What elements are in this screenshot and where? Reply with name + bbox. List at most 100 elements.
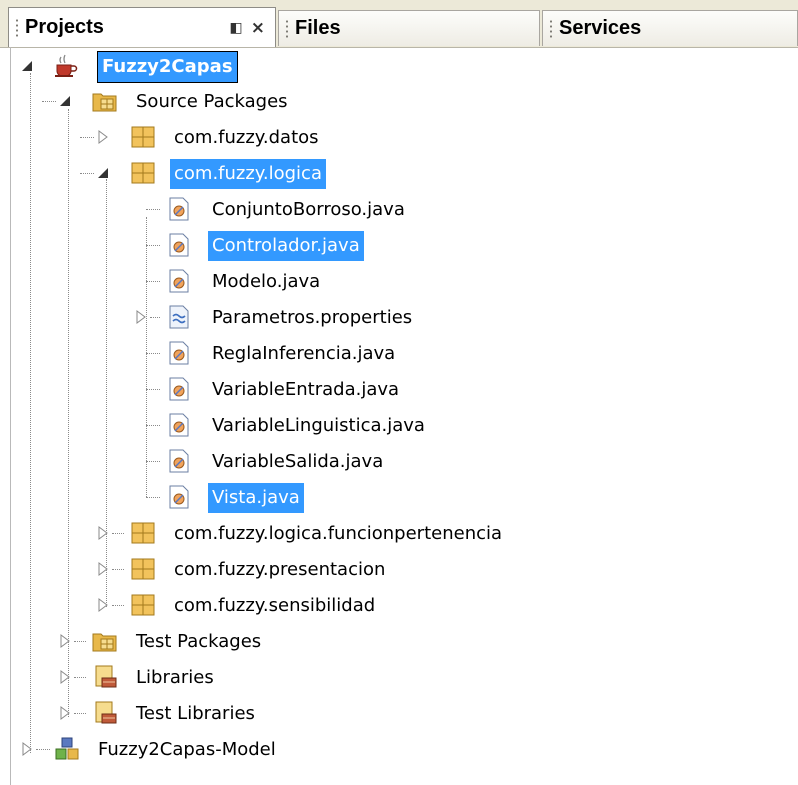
tree-connector: [112, 569, 124, 570]
java-class-icon: [166, 232, 192, 258]
tree-node-source-packages[interactable]: Source Packages: [0, 84, 798, 120]
tree-node-test-libraries[interactable]: Test Libraries: [0, 696, 798, 732]
node-label: Test Packages: [136, 631, 262, 652]
collapsed-arrow-icon[interactable]: [58, 706, 72, 720]
tree-node-package[interactable]: com.fuzzy.sensibilidad: [0, 588, 798, 624]
expanded-arrow-icon[interactable]: [58, 94, 72, 108]
package-icon: [130, 556, 156, 582]
java-class-icon: [166, 484, 192, 510]
tree-connector: [36, 749, 50, 750]
tree-connector: [146, 425, 160, 426]
tree-node-file[interactable]: Controlador.java: [0, 228, 798, 264]
tree-node-package[interactable]: com.fuzzy.datos: [0, 120, 798, 156]
collapsed-arrow-icon[interactable]: [58, 634, 72, 648]
test-folder-icon: [92, 628, 118, 654]
minimize-window-icon[interactable]: ◧: [230, 20, 243, 36]
package-icon: [130, 160, 156, 186]
node-label: Fuzzy2Capas-Model: [98, 739, 276, 760]
package-icon: [130, 520, 156, 546]
collapsed-arrow-icon[interactable]: [134, 310, 148, 324]
tree-node-model-project[interactable]: Fuzzy2Capas-Model: [0, 732, 798, 768]
tree-connector: [146, 209, 160, 210]
tab-label: Services: [559, 17, 642, 39]
collapsed-arrow-icon[interactable]: [20, 742, 34, 756]
package-icon: [130, 592, 156, 618]
collapsed-arrow-icon[interactable]: [96, 598, 110, 612]
source-folder-icon: [92, 88, 118, 114]
node-label: com.fuzzy.logica.funcionpertenencia: [174, 523, 503, 544]
collapsed-arrow-icon[interactable]: [96, 526, 110, 540]
tree-connector: [112, 533, 124, 534]
tree-connector: [74, 713, 86, 714]
tree-node-file[interactable]: VariableEntrada.java: [0, 372, 798, 408]
collapsed-arrow-icon[interactable]: [58, 670, 72, 684]
node-label: VariableEntrada.java: [212, 379, 400, 400]
tree-connector: [146, 461, 160, 462]
tree-node-file[interactable]: VariableSalida.java: [0, 444, 798, 480]
java-class-icon: [166, 268, 192, 294]
tab-label: Files: [295, 17, 341, 39]
node-label: com.fuzzy.datos: [174, 127, 319, 148]
grip-icon: [549, 18, 553, 39]
node-label: ReglaInferencia.java: [212, 343, 396, 364]
package-icon: [130, 124, 156, 150]
tree-connector: [74, 677, 86, 678]
node-label: com.fuzzy.sensibilidad: [174, 595, 376, 616]
close-icon[interactable]: ×: [251, 18, 265, 38]
tree-connector: [74, 641, 86, 642]
collapsed-arrow-icon[interactable]: [96, 562, 110, 576]
tree-connector: [42, 101, 56, 102]
node-label: Parametros.properties: [212, 307, 413, 328]
tree-node-file[interactable]: Vista.java: [0, 480, 798, 516]
project-tree: Fuzzy2Capas Source Packages com.fuzzy.da…: [0, 47, 798, 785]
tree-node-file[interactable]: Parametros.properties: [0, 300, 798, 336]
node-label: Source Packages: [136, 91, 288, 112]
tree-node-test-packages[interactable]: Test Packages: [0, 624, 798, 660]
node-label: ConjuntoBorroso.java: [212, 199, 405, 220]
node-label: com.fuzzy.presentacion: [174, 559, 386, 580]
java-class-icon: [166, 196, 192, 222]
tree-node-root[interactable]: Fuzzy2Capas: [0, 49, 798, 85]
java-project-icon: [52, 53, 78, 79]
tab-label: Projects: [25, 16, 104, 38]
java-class-icon: [166, 340, 192, 366]
tab-files[interactable]: Files: [278, 10, 540, 46]
java-class-icon: [166, 412, 192, 438]
tree-connector: [146, 497, 160, 498]
tree-connector: [146, 353, 160, 354]
tree-node-package[interactable]: com.fuzzy.logica.funcionpertenencia: [0, 516, 798, 552]
tree-node-file[interactable]: ConjuntoBorroso.java: [0, 192, 798, 228]
node-label: Vista.java: [208, 483, 304, 513]
expanded-arrow-icon[interactable]: [20, 59, 34, 73]
tree-node-package[interactable]: com.fuzzy.logica: [0, 156, 798, 192]
libraries-icon: [92, 664, 118, 690]
tab-projects[interactable]: Projects ◧ ×: [8, 7, 276, 47]
tree-connector: [146, 389, 160, 390]
tree-connector: [146, 281, 160, 282]
tree-node-file[interactable]: Modelo.java: [0, 264, 798, 300]
project-name: Fuzzy2Capas: [97, 51, 238, 83]
node-label: VariableSalida.java: [212, 451, 384, 472]
tab-services[interactable]: Services: [542, 10, 798, 46]
java-class-icon: [166, 448, 192, 474]
tree-node-package[interactable]: com.fuzzy.presentacion: [0, 552, 798, 588]
libraries-icon: [92, 700, 118, 726]
tab-bar: Projects ◧ × Files Services: [0, 0, 798, 48]
grip-icon: [285, 18, 289, 39]
expanded-arrow-icon[interactable]: [96, 166, 110, 180]
tree-connector: [80, 137, 94, 138]
properties-file-icon: [166, 304, 192, 330]
node-label: com.fuzzy.logica: [170, 159, 326, 189]
tree-node-file[interactable]: VariableLinguistica.java: [0, 408, 798, 444]
tree-connector: [80, 173, 94, 174]
tree-node-libraries[interactable]: Libraries: [0, 660, 798, 696]
project-modules-icon: [54, 736, 80, 762]
node-label: Modelo.java: [212, 271, 321, 292]
java-class-icon: [166, 376, 192, 402]
grip-icon: [15, 17, 19, 38]
tree-node-file[interactable]: ReglaInferencia.java: [0, 336, 798, 372]
tree-connector: [150, 317, 160, 318]
collapsed-arrow-icon[interactable]: [96, 130, 110, 144]
node-label: VariableLinguistica.java: [212, 415, 425, 436]
node-label: Controlador.java: [208, 231, 364, 261]
